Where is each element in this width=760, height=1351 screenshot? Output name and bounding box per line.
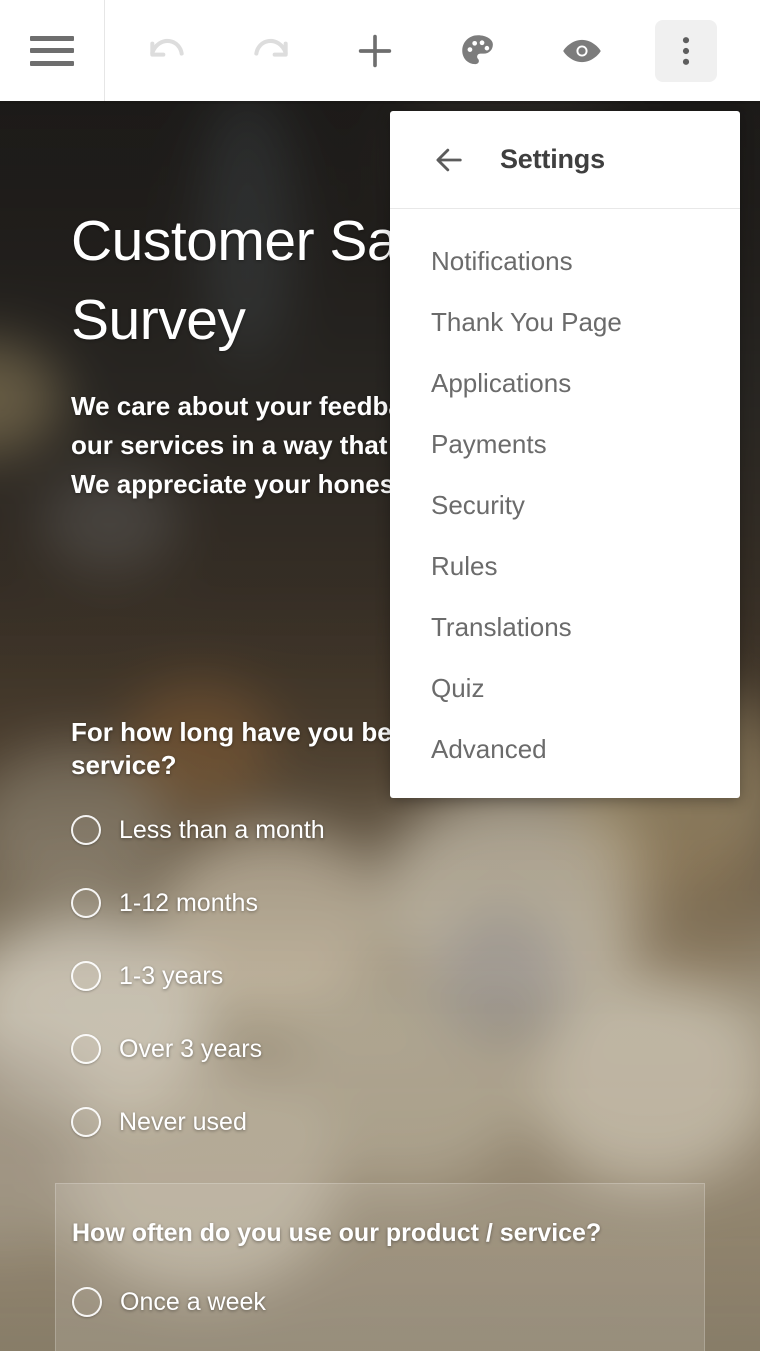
settings-item-label: Advanced: [431, 734, 547, 764]
settings-panel-header: Settings: [390, 111, 740, 209]
option-label: Once a week: [120, 1287, 266, 1316]
radio-button[interactable]: [71, 1034, 101, 1064]
radio-button[interactable]: [71, 888, 101, 918]
option-list: Once a week 2 or 3 times a month Once a …: [72, 1276, 704, 1351]
option-row[interactable]: Less than a month: [71, 804, 691, 856]
settings-item-thank-you-page[interactable]: Thank You Page: [390, 292, 740, 353]
radio-button[interactable]: [71, 815, 101, 845]
top-toolbar: [0, 0, 760, 101]
option-label: 1-12 months: [119, 888, 258, 917]
theme-button[interactable]: [447, 20, 509, 82]
preview-button[interactable]: [551, 20, 613, 82]
settings-menu-list: Notifications Thank You Page Application…: [390, 209, 740, 780]
settings-item-label: Payments: [431, 429, 547, 459]
settings-item-label: Rules: [431, 551, 498, 581]
settings-item-rules[interactable]: Rules: [390, 536, 740, 597]
settings-item-notifications[interactable]: Notifications: [390, 231, 740, 292]
settings-panel-title: Settings: [500, 144, 605, 174]
add-button[interactable]: [344, 20, 406, 82]
arrow-left-icon[interactable]: [430, 141, 468, 179]
hamburger-menu-icon[interactable]: [30, 35, 74, 66]
settings-dropdown-panel: Settings Notifications Thank You Page Ap…: [390, 111, 740, 798]
option-row[interactable]: 1-3 years: [71, 950, 691, 1002]
redo-button[interactable]: [240, 20, 302, 82]
paint-palette-icon: [462, 34, 494, 64]
redo-arrow-icon: [254, 38, 288, 57]
undo-button[interactable]: [136, 20, 198, 82]
settings-item-security[interactable]: Security: [390, 475, 740, 536]
plus-icon: [358, 34, 391, 67]
radio-button[interactable]: [71, 1107, 101, 1137]
menu-button-container[interactable]: [0, 0, 105, 101]
option-row[interactable]: Once a week: [72, 1276, 704, 1328]
option-label: Never used: [119, 1107, 247, 1136]
settings-item-applications[interactable]: Applications: [390, 353, 740, 414]
radio-button[interactable]: [72, 1287, 102, 1317]
eye-icon: [563, 39, 602, 62]
radio-button[interactable]: [71, 961, 101, 991]
form-builder-screen: Customer Satisfaction Survey We care abo…: [0, 0, 760, 1351]
toolbar-actions: [105, 0, 760, 101]
three-dots-vertical-icon: [682, 36, 690, 65]
settings-item-advanced[interactable]: Advanced: [390, 719, 740, 780]
settings-item-label: Applications: [431, 368, 572, 398]
settings-item-label: Notifications: [431, 246, 573, 276]
option-label: 1-3 years: [119, 961, 224, 990]
option-row[interactable]: Never used: [71, 1096, 691, 1148]
settings-item-label: Quiz: [431, 673, 485, 703]
option-list: Less than a month 1-12 months 1-3 years …: [71, 804, 691, 1148]
question-block-frequency-selected[interactable]: How often do you use our product / servi…: [55, 1183, 705, 1351]
option-label: Less than a month: [119, 815, 325, 844]
settings-item-payments[interactable]: Payments: [390, 414, 740, 475]
settings-item-label: Security: [431, 490, 525, 520]
settings-item-label: Thank You Page: [431, 307, 622, 337]
toolbar-shadow: [0, 101, 760, 104]
option-label: Over 3 years: [119, 1034, 263, 1063]
option-row[interactable]: 1-12 months: [71, 877, 691, 929]
option-row[interactable]: Over 3 years: [71, 1023, 691, 1075]
question-title: How often do you use our product / servi…: [72, 1219, 602, 1247]
settings-item-quiz[interactable]: Quiz: [390, 658, 740, 719]
settings-item-label: Translations: [431, 612, 572, 642]
more-button[interactable]: [655, 19, 718, 82]
undo-arrow-icon: [150, 38, 184, 57]
settings-item-translations[interactable]: Translations: [390, 597, 740, 658]
